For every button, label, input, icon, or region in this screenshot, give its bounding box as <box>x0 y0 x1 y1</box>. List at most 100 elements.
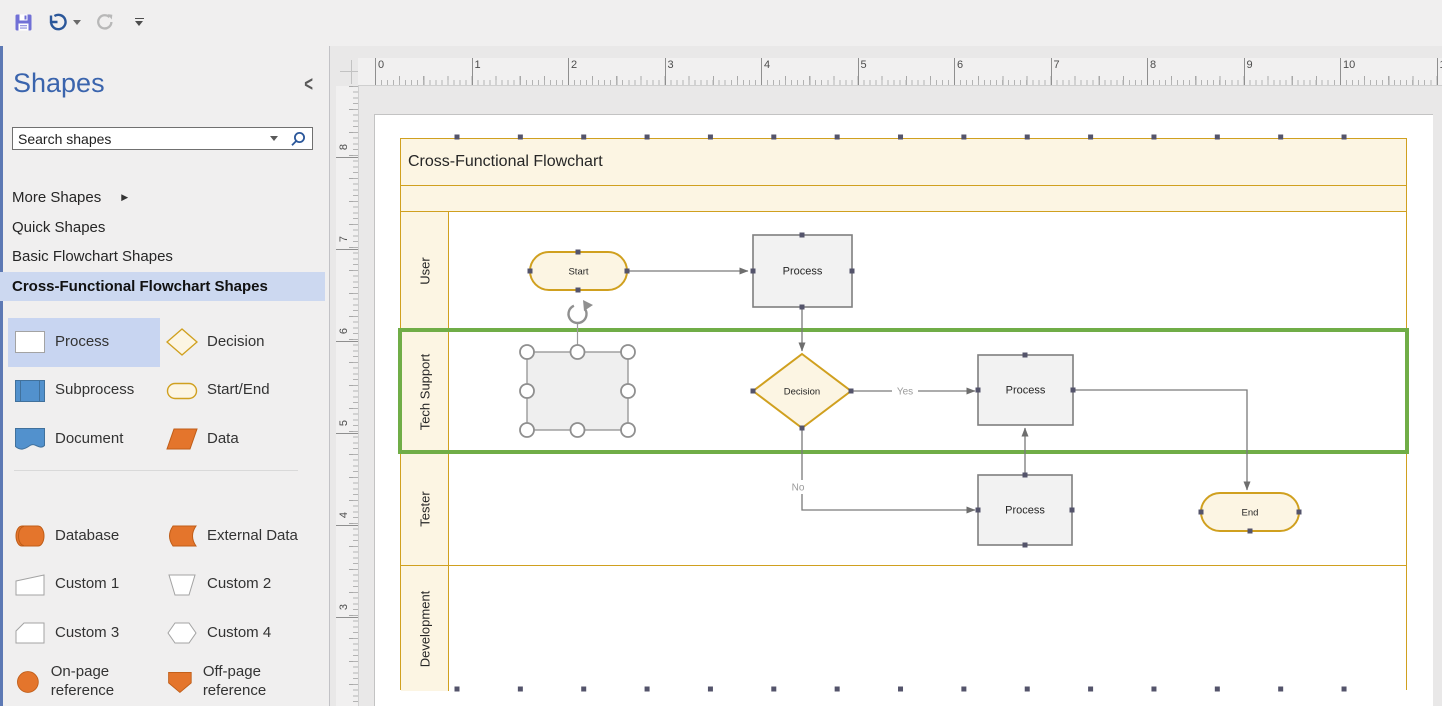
nav-item-label: Cross-Functional Flowchart Shapes <box>12 272 268 302</box>
ruler-number: 8 <box>338 140 350 154</box>
custom-3-shape-icon <box>14 619 46 647</box>
redo-button[interactable] <box>92 9 118 35</box>
gallery-item-process[interactable]: Process <box>8 318 160 367</box>
ruler-tick <box>336 249 358 250</box>
stencil-nav-list: More Shapes▶Quick ShapesBasic Flowchart … <box>0 183 325 301</box>
nav-item-label: Basic Flowchart Shapes <box>12 242 173 272</box>
save-icon <box>14 13 33 32</box>
gallery-item-custom-2[interactable]: Custom 2 <box>160 561 312 610</box>
gallery-item-label: Start/End <box>207 381 270 400</box>
gallery-item-custom-3[interactable]: Custom 3 <box>8 609 160 658</box>
lane-body[interactable] <box>449 212 1406 330</box>
quick-access-toolbar <box>0 0 1442 46</box>
ruler-number: 10 <box>1340 59 1355 71</box>
search-input[interactable] <box>13 131 264 147</box>
process-shape-icon <box>14 328 46 356</box>
gallery-item-label: Subprocess <box>55 381 134 400</box>
custom-1-shape-icon <box>14 571 46 599</box>
lane-label: Tech Support <box>417 353 432 430</box>
lane-label: User <box>417 257 432 284</box>
lane-header[interactable]: Tech Support <box>401 331 449 452</box>
chevron-down-icon <box>73 20 81 25</box>
ruler-number: 2 <box>568 59 577 71</box>
flowchart-phase-band[interactable] <box>401 186 1406 212</box>
save-button[interactable] <box>10 9 36 35</box>
nav-item-label: Quick Shapes <box>12 213 105 243</box>
undo-dropdown-button[interactable] <box>70 9 84 35</box>
lane-body[interactable] <box>449 331 1406 452</box>
swimlane-tech-support[interactable]: Tech Support <box>401 331 1406 453</box>
custom-2-shape-icon <box>166 571 198 599</box>
document-shape-icon <box>14 425 46 453</box>
ruler-number: 9 <box>1244 59 1253 71</box>
swimlane-tester[interactable]: Tester <box>401 453 1406 566</box>
gallery-item-subprocess[interactable]: Subprocess <box>8 367 160 416</box>
ruler-number: 0 <box>375 59 384 71</box>
stencil-nav-quick-shapes[interactable]: Quick Shapes <box>0 213 325 243</box>
ruler-number: 3 <box>665 59 674 71</box>
gallery-item-document[interactable]: Document <box>8 415 160 464</box>
undo-button[interactable] <box>44 9 70 35</box>
gallery-item-label: Custom 3 <box>55 624 119 643</box>
gallery-item-label: On-page reference <box>51 663 160 701</box>
gallery-item-custom-4[interactable]: Custom 4 <box>160 609 312 658</box>
gallery-item-database[interactable]: Database <box>8 512 160 561</box>
gallery-item-start-end[interactable]: Start/End <box>160 367 312 416</box>
gallery-item-data[interactable]: Data <box>160 415 312 464</box>
collapse-panel-button[interactable]: < <box>304 73 313 97</box>
gallery-item-external-data[interactable]: External Data <box>160 512 312 561</box>
shapes-panel: Shapes < More Shapes▶Quick ShapesBasic F… <box>0 46 330 706</box>
swimlanes: User Tech Support Tester Development <box>401 212 1406 691</box>
ruler-number: 6 <box>338 324 350 338</box>
gallery-item-label: Custom 1 <box>55 575 119 594</box>
gallery-item-label: Custom 2 <box>207 575 271 594</box>
gallery-item-label: External Data <box>207 527 298 546</box>
lane-body[interactable] <box>449 566 1406 691</box>
ruler-number: 7 <box>338 232 350 246</box>
flowchart-title-band[interactable]: Cross-Functional Flowchart <box>401 139 1406 186</box>
database-shape-icon <box>14 522 46 550</box>
chevron-down-icon <box>270 136 278 141</box>
gallery-item-label: Custom 4 <box>207 624 271 643</box>
swimlane-development[interactable]: Development <box>401 566 1406 691</box>
gallery-item-custom-1[interactable]: Custom 1 <box>8 561 160 610</box>
subprocess-shape-icon <box>14 377 46 405</box>
ruler-tick <box>336 525 358 526</box>
search-dropdown-button[interactable] <box>264 136 284 141</box>
gallery-item-label: Process <box>55 333 109 352</box>
data-shape-icon <box>166 425 198 453</box>
lane-header[interactable]: Tester <box>401 453 449 565</box>
search-button[interactable] <box>284 130 312 148</box>
stencil-nav-cross-functional-flowchart-shapes[interactable]: Cross-Functional Flowchart Shapes <box>0 272 325 302</box>
lane-body[interactable] <box>449 453 1406 565</box>
undo-icon <box>46 11 68 33</box>
gallery-item-decision[interactable]: Decision <box>160 318 312 367</box>
gallery-item-on-page-reference[interactable]: On-page reference <box>8 658 160 706</box>
flowchart-title: Cross-Functional Flowchart <box>401 153 603 171</box>
ruler-tick <box>336 617 358 618</box>
customize-quick-access-button[interactable] <box>126 9 152 35</box>
stencil-nav-basic-flowchart-shapes[interactable]: Basic Flowchart Shapes <box>0 242 325 272</box>
ruler-tick <box>336 433 358 434</box>
gallery-item-off-page-reference[interactable]: Off-page reference <box>160 658 312 706</box>
ruler-number: 4 <box>761 59 770 71</box>
decision-shape-icon <box>166 328 198 356</box>
ruler-number: 4 <box>338 508 350 522</box>
start-end-shape-icon <box>166 377 198 405</box>
ruler-number: 5 <box>338 416 350 430</box>
flowchart-container[interactable]: Cross-Functional Flowchart User Tech Sup… <box>400 138 1407 690</box>
gallery-item-label: Off-page reference <box>203 663 312 701</box>
visio-window: Shapes < More Shapes▶Quick ShapesBasic F… <box>0 0 1442 706</box>
submenu-arrow-icon: ▶ <box>121 183 128 213</box>
gallery-item-label: Document <box>55 430 123 449</box>
lane-header[interactable]: User <box>401 212 449 330</box>
gallery-divider <box>8 464 312 478</box>
shapes-panel-title: Shapes <box>13 68 105 99</box>
swimlane-user[interactable]: User <box>401 212 1406 331</box>
stencil-nav-more-shapes[interactable]: More Shapes▶ <box>0 183 325 213</box>
shape-gallery: Process Decision Subprocess Start/End Docume… <box>8 318 320 706</box>
custom-4-shape-icon <box>166 619 198 647</box>
on-page-reference-shape-icon <box>14 668 42 696</box>
lane-header[interactable]: Development <box>401 566 449 691</box>
search-box <box>12 127 313 150</box>
